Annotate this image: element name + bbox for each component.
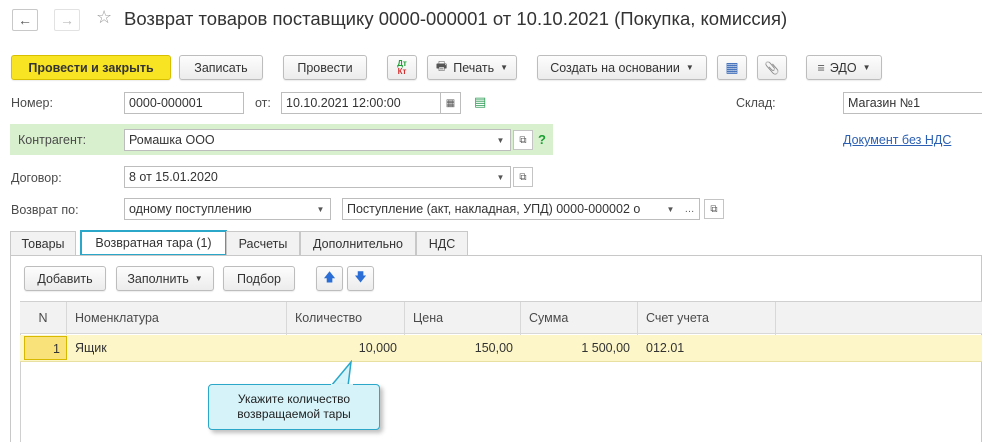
return-by-field[interactable]: одному поступлению: [124, 198, 312, 220]
forward-button[interactable]: →: [54, 9, 80, 31]
open-icon: ⧉: [710, 203, 718, 215]
dtkt-button[interactable]: Дт Кт: [387, 55, 417, 80]
chevron-down-icon: ▼: [666, 204, 675, 214]
arrow-right-icon: →: [60, 12, 74, 28]
attach-button[interactable]: 📎: [757, 55, 787, 80]
tooltip-line-2: возвращаемой тары: [237, 407, 351, 421]
table-header: N Номенклатура Количество Цена Сумма Сче…: [20, 301, 982, 335]
printer-icon: 🖶: [435, 59, 448, 73]
contract-label: Договор:: [11, 171, 62, 185]
arrow-left-icon: ←: [18, 12, 32, 28]
column-nomenclature[interactable]: Номенклатура: [67, 302, 287, 335]
table-row[interactable]: 1 Ящик 10,000 150,00 1 500,00 012.01: [20, 335, 982, 362]
calendar-button[interactable]: ▦: [441, 92, 461, 114]
edo-label: ЭДО: [829, 60, 857, 75]
vat-document-link[interactable]: Документ без НДС: [843, 133, 951, 147]
column-sum[interactable]: Сумма: [521, 302, 638, 335]
tooltip: Укажите количество возвращаемой тары: [208, 384, 380, 430]
chevron-down-icon: ▼: [316, 204, 325, 214]
column-price[interactable]: Цена: [405, 302, 521, 335]
counterparty-label: Контрагент:: [18, 133, 87, 147]
column-n[interactable]: N: [20, 302, 67, 335]
back-button[interactable]: ←: [12, 9, 38, 31]
create-based-on-button[interactable]: Создать на основании ▼: [537, 55, 707, 80]
open-icon: ⧉: [519, 134, 527, 146]
tab-settlements[interactable]: Расчеты: [226, 231, 300, 256]
chevron-down-icon: ▼: [496, 135, 505, 145]
save-button[interactable]: Записать: [179, 55, 263, 80]
chevron-down-icon: ▼: [194, 274, 203, 283]
cell-n[interactable]: 1: [24, 336, 67, 360]
document-status-icon[interactable]: ▤: [474, 94, 486, 110]
fill-button[interactable]: Заполнить ▼: [116, 266, 214, 291]
chevron-down-icon: ▼: [685, 63, 694, 72]
print-label: Печать: [453, 60, 495, 75]
contract-dropdown[interactable]: ▼: [491, 166, 511, 188]
date-label: от:: [255, 96, 271, 110]
receipt-select-button[interactable]: …: [680, 198, 700, 220]
move-up-button[interactable]: 🡅: [316, 266, 343, 291]
cell-item[interactable]: Ящик: [67, 335, 287, 361]
cell-account[interactable]: 012.01: [638, 335, 776, 361]
open-icon: ⧉: [519, 171, 527, 183]
receipt-document-field[interactable]: Поступление (акт, накладная, УПД) 0000-0…: [342, 198, 662, 220]
post-and-close-button[interactable]: Провести и закрыть: [11, 55, 171, 80]
number-field[interactable]: 0000-000001: [124, 92, 244, 114]
tab-vat[interactable]: НДС: [416, 231, 468, 256]
receipt-open-button[interactable]: ⧉: [704, 199, 724, 219]
move-down-button[interactable]: 🡇: [347, 266, 374, 291]
edo-button[interactable]: ≡ ЭДО ▼: [806, 55, 882, 80]
counterparty-field[interactable]: Ромашка ООО: [124, 129, 492, 151]
arrow-up-icon: 🡅: [323, 270, 336, 284]
paperclip-icon: 📎: [764, 60, 780, 75]
warehouse-label: Склад:: [736, 96, 776, 110]
print-button[interactable]: 🖶 Печать ▼: [427, 55, 517, 80]
help-icon[interactable]: ?: [538, 132, 546, 147]
select-button[interactable]: Подбор: [223, 266, 295, 291]
calendar-icon: ▦: [445, 97, 456, 109]
return-by-label: Возврат по:: [11, 203, 79, 217]
favorite-star-icon[interactable]: ☆: [96, 7, 112, 28]
post-button[interactable]: Провести: [283, 55, 367, 80]
dtkt-icon-bottom: Кт: [397, 66, 407, 76]
tab-returnable-packaging[interactable]: Возвратная тара (1): [80, 230, 227, 256]
counterparty-dropdown[interactable]: ▼: [491, 129, 511, 151]
arrow-down-icon: 🡇: [354, 270, 367, 284]
return-by-dropdown[interactable]: ▼: [311, 198, 331, 220]
receipt-dropdown[interactable]: ▼: [661, 198, 681, 220]
chevron-down-icon: ▼: [500, 63, 509, 72]
cell-quantity[interactable]: 10,000: [287, 335, 405, 361]
contract-field[interactable]: 8 от 15.01.2020: [124, 166, 492, 188]
number-label: Номер:: [11, 96, 53, 110]
create-based-label: Создать на основании: [550, 60, 680, 75]
counterparty-open-button[interactable]: ⧉: [513, 130, 533, 150]
chevron-down-icon: ▼: [862, 63, 871, 72]
column-account[interactable]: Счет учета: [638, 302, 776, 335]
column-quantity[interactable]: Количество: [287, 302, 405, 335]
add-button[interactable]: Добавить: [24, 266, 106, 291]
structure-icon: ▦: [725, 59, 739, 75]
date-field[interactable]: 10.10.2021 12:00:00: [281, 92, 441, 114]
tab-additional[interactable]: Дополнительно: [300, 231, 416, 256]
cell-sum[interactable]: 1 500,00: [521, 335, 638, 361]
chevron-down-icon: ▼: [496, 172, 505, 182]
contract-open-button[interactable]: ⧉: [513, 167, 533, 187]
edo-icon: ≡: [817, 60, 825, 75]
tooltip-line-1: Укажите количество: [237, 392, 351, 406]
fill-label: Заполнить: [127, 271, 189, 286]
page-title: Возврат товаров поставщику 0000-000001 о…: [124, 8, 788, 29]
warehouse-field[interactable]: Магазин №1: [843, 92, 982, 114]
tab-goods[interactable]: Товары: [10, 231, 76, 256]
structure-button[interactable]: ▦: [717, 55, 747, 80]
tooltip-pointer-cover: [331, 384, 353, 387]
cell-price[interactable]: 150,00: [405, 335, 521, 361]
